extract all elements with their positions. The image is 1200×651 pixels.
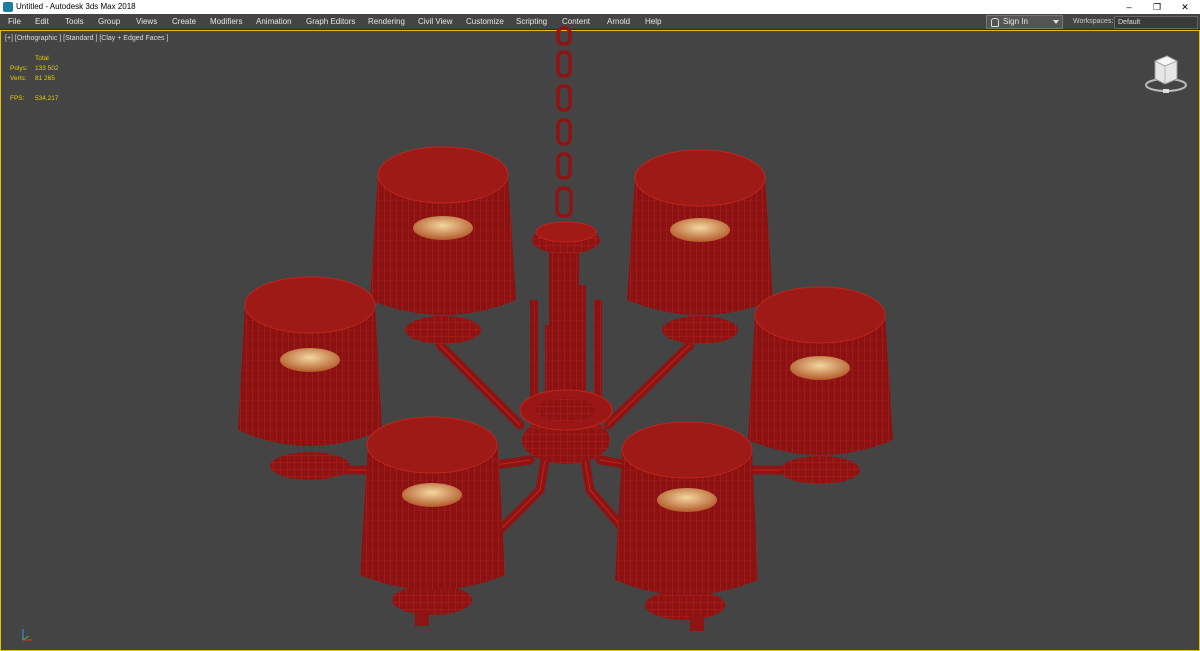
chandelier-center-column	[519, 221, 613, 464]
lamp-shade-top-left	[370, 146, 516, 344]
lamp-shade-bottom-left	[360, 416, 505, 626]
chandelier-chain	[555, 26, 573, 218]
lamp-shade-right	[748, 286, 893, 484]
chandelier-model[interactable]	[0, 0, 1200, 651]
lamp-shade-left	[238, 276, 382, 480]
lamp-shade-bottom-right	[615, 421, 758, 631]
lamp-shade-top-right	[627, 149, 773, 344]
